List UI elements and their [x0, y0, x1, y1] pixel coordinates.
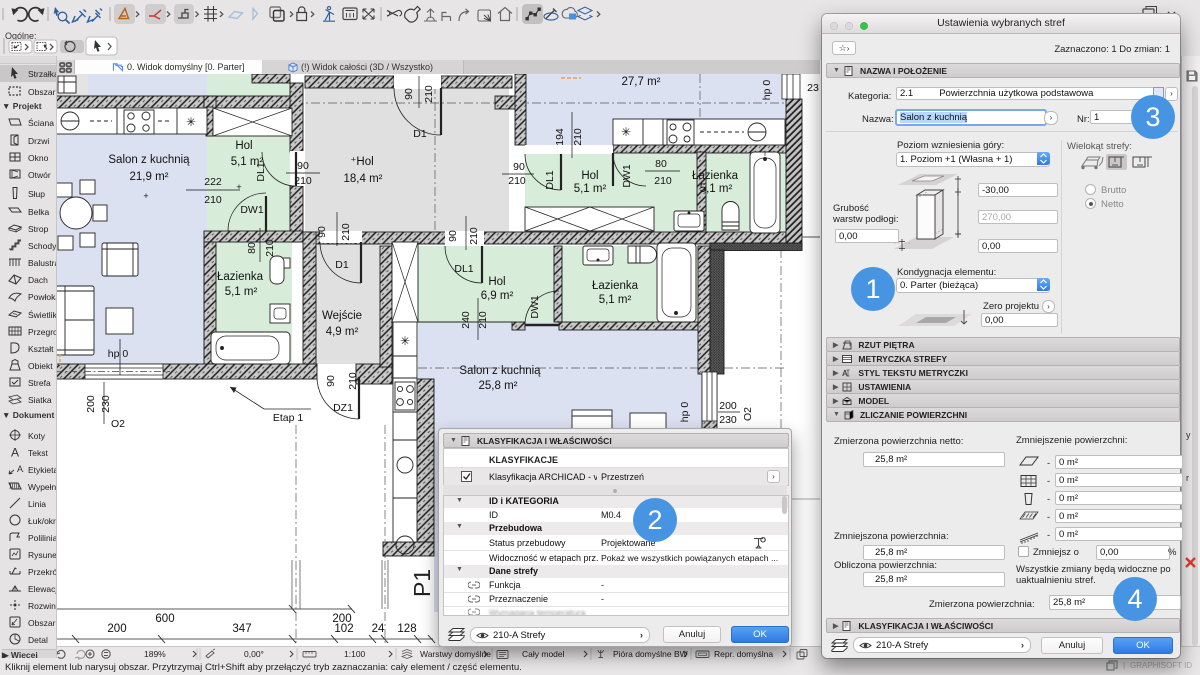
svg-text:Repr. domyślna: Repr. domyślna: [714, 649, 773, 659]
svg-text:200: 200: [107, 623, 126, 635]
svg-text:102: 102: [334, 623, 353, 635]
svg-text:Pióra domyślne BW: Pióra domyślne BW: [613, 649, 688, 659]
svg-text:Salon z kuchnią: Salon z kuchnią: [459, 365, 541, 377]
svg-text:5,1 m²: 5,1 m²: [231, 156, 264, 168]
svg-text:Łazienka: Łazienka: [592, 280, 639, 292]
svg-text:80: 80: [655, 158, 667, 170]
svg-text:D1: D1: [335, 259, 349, 271]
svg-text:DW1: DW1: [621, 164, 633, 187]
svg-text:hp 0: hp 0: [679, 402, 691, 423]
svg-text:24: 24: [372, 623, 385, 635]
svg-text:+: +: [236, 182, 241, 192]
svg-text:90: 90: [316, 226, 328, 238]
svg-text:0,00°: 0,00°: [244, 649, 264, 659]
svg-text:210: 210: [572, 128, 584, 146]
svg-text:1:100: 1:100: [344, 649, 366, 659]
svg-text:D1: D1: [413, 128, 427, 140]
svg-text:DW1: DW1: [240, 204, 263, 216]
svg-text:600: 600: [155, 613, 174, 625]
svg-text:90: 90: [297, 160, 309, 172]
svg-text:230: 230: [719, 414, 737, 426]
svg-text:25,8 m²: 25,8 m²: [479, 380, 518, 392]
svg-text:Hol: Hol: [488, 276, 505, 288]
svg-text:90: 90: [403, 88, 415, 100]
svg-text:Hol: Hol: [581, 170, 598, 182]
svg-text:Cały model: Cały model: [522, 649, 565, 659]
svg-text:A: A: [11, 446, 19, 460]
svg-text:347: 347: [232, 623, 251, 635]
svg-text:210: 210: [264, 239, 276, 257]
svg-text:23: 23: [807, 82, 819, 94]
svg-text:5,1 m²: 5,1 m²: [574, 183, 607, 195]
svg-text:Wejście: Wejście: [322, 310, 362, 322]
svg-text:210: 210: [508, 175, 526, 187]
svg-text:210: 210: [654, 175, 672, 187]
svg-text:18,4 m²: 18,4 m²: [344, 173, 383, 185]
svg-text:4,9 m²: 4,9 m²: [326, 326, 359, 338]
svg-text:194: 194: [554, 128, 566, 146]
svg-text:A1: A1: [17, 464, 24, 474]
svg-text:90: 90: [513, 161, 525, 173]
svg-text:21,9 m²: 21,9 m²: [130, 171, 169, 183]
svg-text:90: 90: [325, 375, 337, 387]
svg-text:A: A: [842, 369, 848, 378]
svg-text:90: 90: [447, 230, 459, 242]
svg-text:Warstwy domyślne: Warstwy domyślne: [420, 649, 491, 659]
svg-text:210: 210: [340, 223, 352, 241]
svg-text:hp 0: hp 0: [761, 80, 773, 101]
svg-text:210: 210: [347, 372, 359, 390]
svg-text:80: 80: [246, 242, 258, 254]
svg-text:189%: 189%: [144, 649, 166, 659]
svg-text:Salon z kuchnią: Salon z kuchnią: [108, 154, 190, 166]
svg-text:5,1 m²: 5,1 m²: [599, 294, 632, 306]
svg-text:DW1: DW1: [529, 295, 541, 318]
svg-text:P1: P1: [409, 569, 435, 597]
svg-text:✳: ✳: [400, 334, 410, 348]
svg-text:6,9 m²: 6,9 m²: [481, 290, 514, 302]
svg-text:+: +: [143, 191, 148, 201]
svg-text:200: 200: [85, 395, 97, 413]
svg-text:240: 240: [460, 311, 472, 329]
svg-text:DL1: DL1: [544, 170, 556, 189]
svg-text:DZ1: DZ1: [333, 402, 353, 414]
svg-text:Etap 1: Etap 1: [273, 412, 304, 424]
svg-text:210: 210: [477, 311, 489, 329]
svg-text:210: 210: [468, 227, 480, 245]
svg-text:210: 210: [423, 85, 435, 103]
svg-text:210: 210: [204, 194, 222, 206]
svg-text:O2: O2: [742, 407, 754, 421]
svg-text:✳: ✳: [621, 125, 631, 139]
svg-text:Hol: Hol: [235, 140, 252, 152]
svg-text:hp 0: hp 0: [108, 348, 129, 360]
svg-text:5,1 m²: 5,1 m²: [700, 183, 733, 195]
svg-text:200: 200: [719, 400, 737, 412]
svg-text:DL1: DL1: [454, 263, 473, 275]
svg-text:5,1 m²: 5,1 m²: [225, 286, 258, 298]
svg-text:222: 222: [204, 176, 222, 188]
svg-text:O2: O2: [111, 418, 125, 430]
svg-text:27,7 m²: 27,7 m²: [622, 76, 661, 88]
svg-text:⁺Hol: ⁺Hol: [350, 156, 373, 168]
svg-text:Łazienka: Łazienka: [692, 170, 739, 182]
svg-text:Łazienka: Łazienka: [217, 271, 264, 283]
svg-text:210: 210: [294, 175, 312, 187]
svg-text:128: 128: [397, 623, 416, 635]
svg-text:✳: ✳: [186, 115, 196, 129]
svg-text:230: 230: [100, 395, 112, 413]
